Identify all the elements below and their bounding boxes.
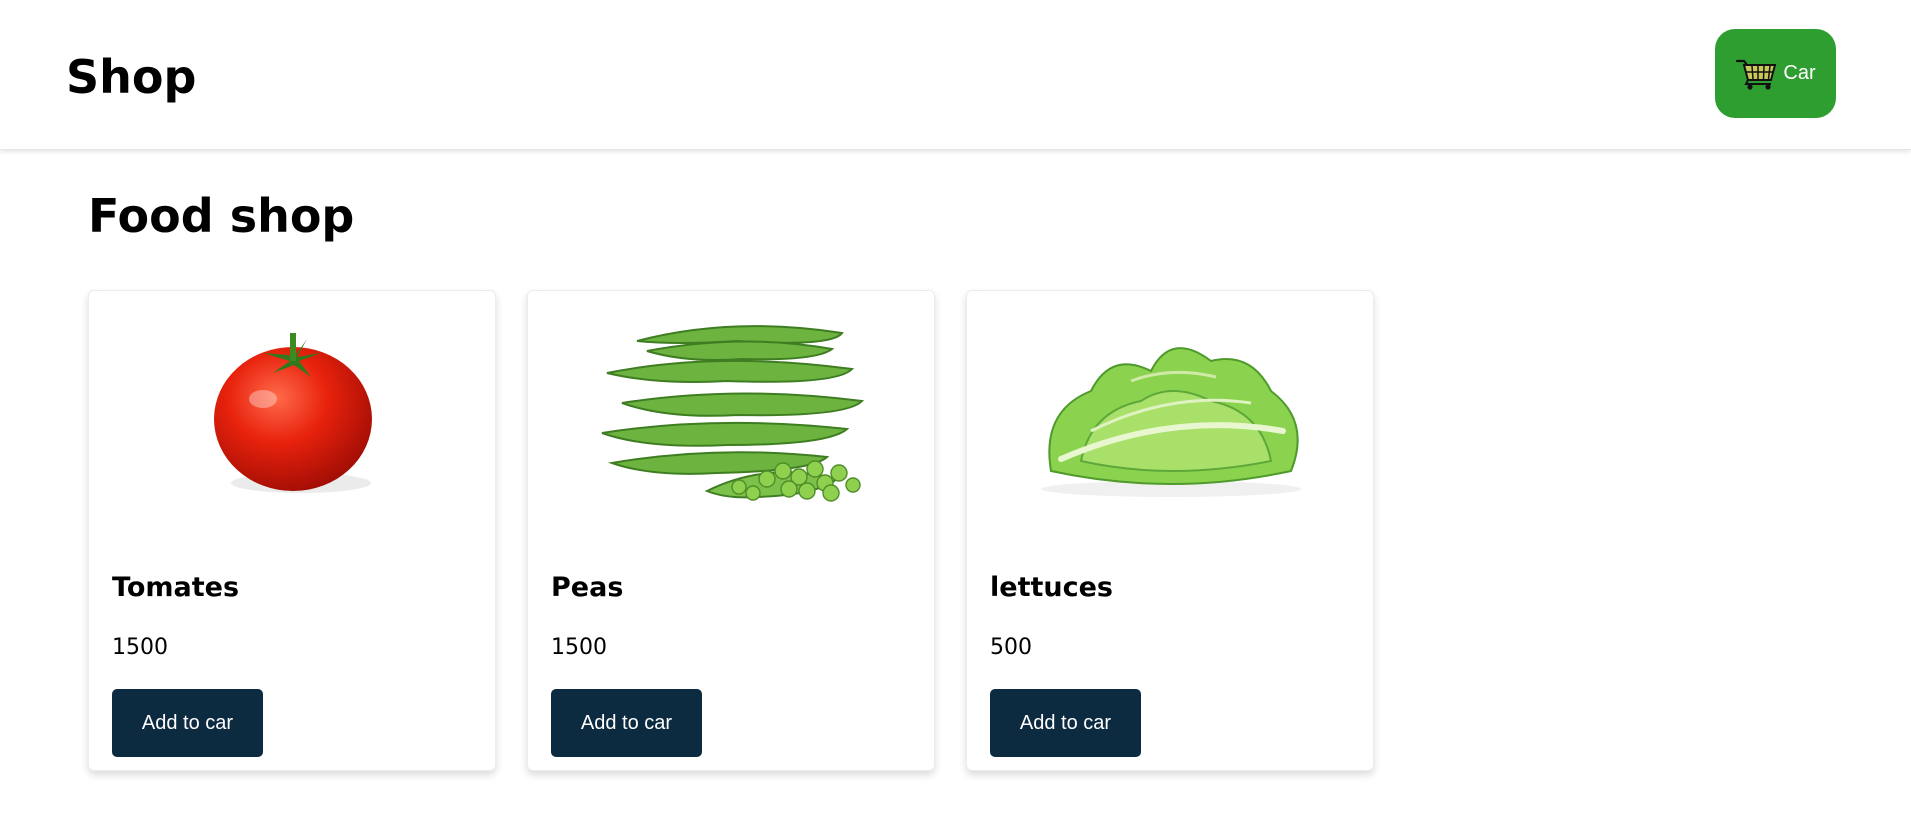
product-card-tomates: Tomates 1500 Add to car (88, 290, 496, 771)
lettuce-image (977, 301, 1365, 521)
product-price: 1500 (112, 635, 168, 660)
product-card-peas: Peas 1500 Add to car (527, 290, 935, 771)
product-grid: Tomates 1500 Add to car Peas 1500 Add to… (88, 290, 1374, 771)
brand-title: Shop (66, 50, 197, 104)
product-name: Peas (551, 572, 624, 603)
add-to-cart-button[interactable]: Add to car (551, 689, 702, 757)
add-to-cart-button[interactable]: Add to car (112, 689, 263, 757)
page-title: Food shop (88, 189, 355, 243)
add-to-cart-button[interactable]: Add to car (990, 689, 1141, 757)
product-price: 500 (990, 635, 1032, 660)
cart-button-label: Car (1783, 62, 1816, 84)
product-name: lettuces (990, 572, 1113, 603)
peas-image (538, 301, 926, 521)
product-name: Tomates (112, 572, 240, 603)
product-price: 1500 (551, 635, 607, 660)
shopping-cart-icon (1736, 59, 1777, 90)
product-card-lettuces: lettuces 500 Add to car (966, 290, 1374, 771)
tomato-image (99, 301, 487, 521)
top-bar: Shop Car (0, 0, 1911, 150)
cart-button[interactable]: Car (1715, 29, 1836, 118)
